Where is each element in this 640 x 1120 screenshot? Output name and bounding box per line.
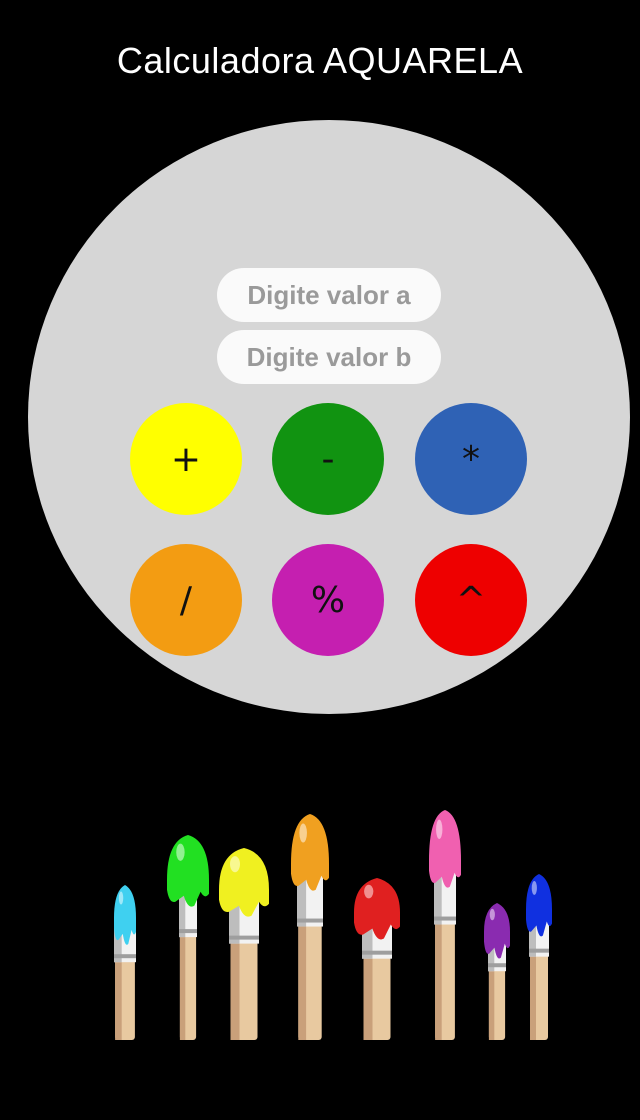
app-title: Calculadora AQUARELA <box>116 40 524 81</box>
add-label: + <box>170 438 202 480</box>
value-a-input[interactable] <box>217 268 441 322</box>
paint-brush-icon <box>526 874 552 1040</box>
paint-brush-icon <box>219 848 269 1040</box>
subtract-label: - <box>321 438 335 480</box>
multiply-label: * <box>462 438 480 480</box>
divide-label: / <box>179 579 193 621</box>
paint-brush-icon <box>484 903 510 1040</box>
paint-brush-icon <box>429 810 461 1040</box>
subtract-button[interactable]: - <box>272 403 384 515</box>
power-button[interactable]: ^ <box>415 544 527 656</box>
value-b-input[interactable] <box>217 330 441 384</box>
paint-brush-icon <box>291 814 329 1040</box>
power-label: ^ <box>455 579 487 621</box>
modulo-button[interactable]: % <box>272 544 384 656</box>
multiply-button[interactable]: * <box>415 403 527 515</box>
paint-brush-icon <box>167 835 209 1040</box>
paint-brushes-icon <box>114 810 552 1040</box>
divide-button[interactable]: / <box>130 544 242 656</box>
modulo-label: % <box>310 579 346 621</box>
add-button[interactable]: + <box>130 403 242 515</box>
paint-brush-icon <box>354 878 400 1040</box>
paint-brush-icon <box>114 885 136 1040</box>
